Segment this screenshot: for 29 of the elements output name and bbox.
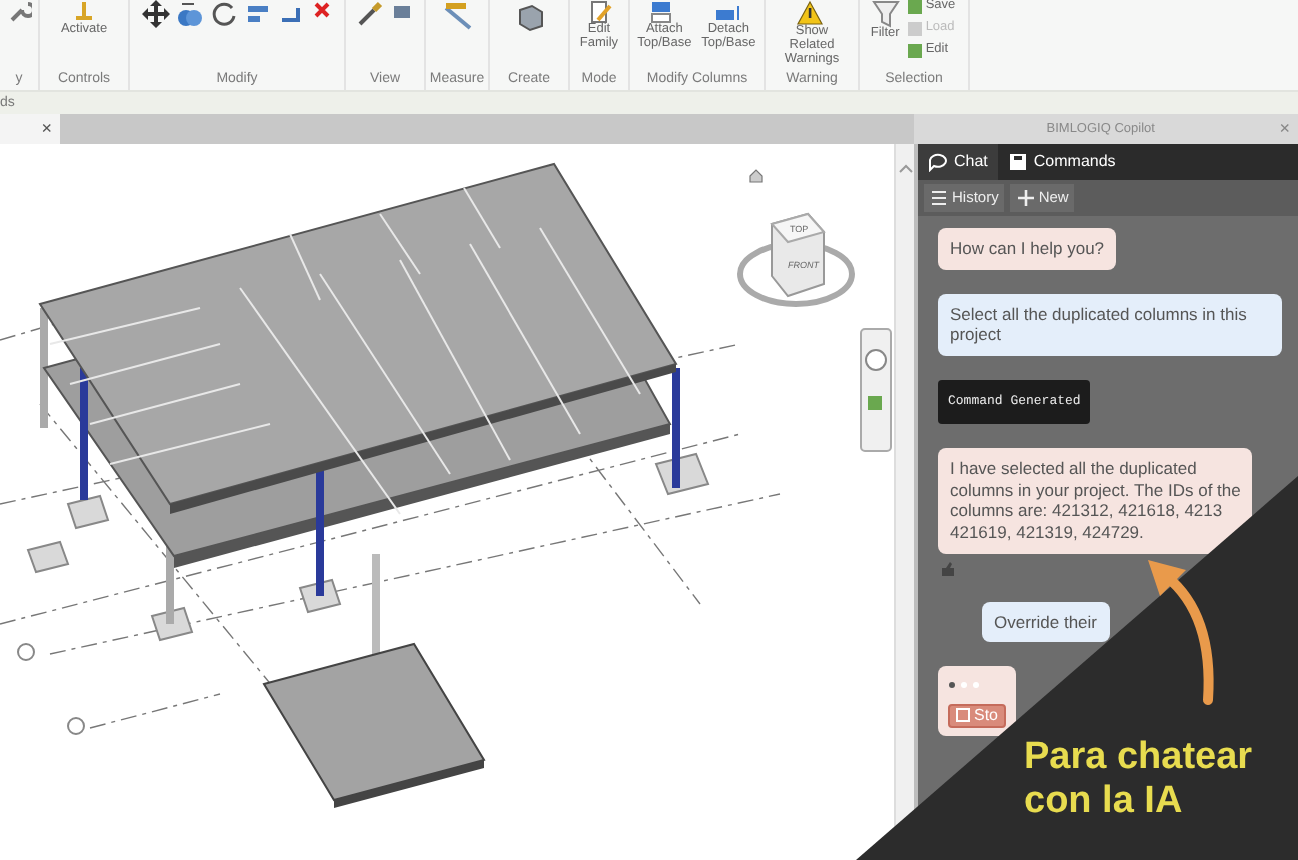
stop-icon xyxy=(956,708,970,723)
save-icon xyxy=(1007,152,1028,172)
pin-icon xyxy=(72,0,96,24)
panel-tab[interactable]: Chat xyxy=(918,144,998,180)
component-icon xyxy=(513,0,545,32)
copy-icon xyxy=(176,0,204,28)
move-icon xyxy=(142,0,170,28)
warning-icon xyxy=(796,0,828,26)
viewcube-drawing xyxy=(737,212,855,307)
paint-brush-icon xyxy=(356,0,384,28)
plus-icon xyxy=(1016,188,1035,208)
panel-tab[interactable]: Commands xyxy=(997,144,1126,180)
banner-caption: Para chatear con la IA xyxy=(1024,736,1255,824)
rotate-icon xyxy=(210,0,238,28)
thumbs-up-icon[interactable] xyxy=(940,561,956,577)
view-tab-close[interactable]: × xyxy=(0,114,60,144)
chat-message: Select all the duplicated columns in this project xyxy=(938,293,1282,356)
home-icon[interactable] xyxy=(748,168,764,184)
dimension-icon xyxy=(441,0,473,32)
chat-message: How can I help you? xyxy=(938,228,1117,270)
detach-column-icon xyxy=(714,0,743,24)
navigation-bar[interactable] xyxy=(860,328,892,452)
typing-dots-icon xyxy=(948,680,984,691)
chat-message: I have selected all the duplicated columns in your project. The IDs of the columns are: 421312, 421618, 4213 421619, 421319, 424729. xyxy=(938,448,1253,553)
align-icon xyxy=(244,0,272,28)
chat-icon xyxy=(928,152,948,172)
delete-icon xyxy=(312,0,332,20)
chat-message: Override their xyxy=(982,601,1109,643)
menu-icon xyxy=(930,188,948,208)
